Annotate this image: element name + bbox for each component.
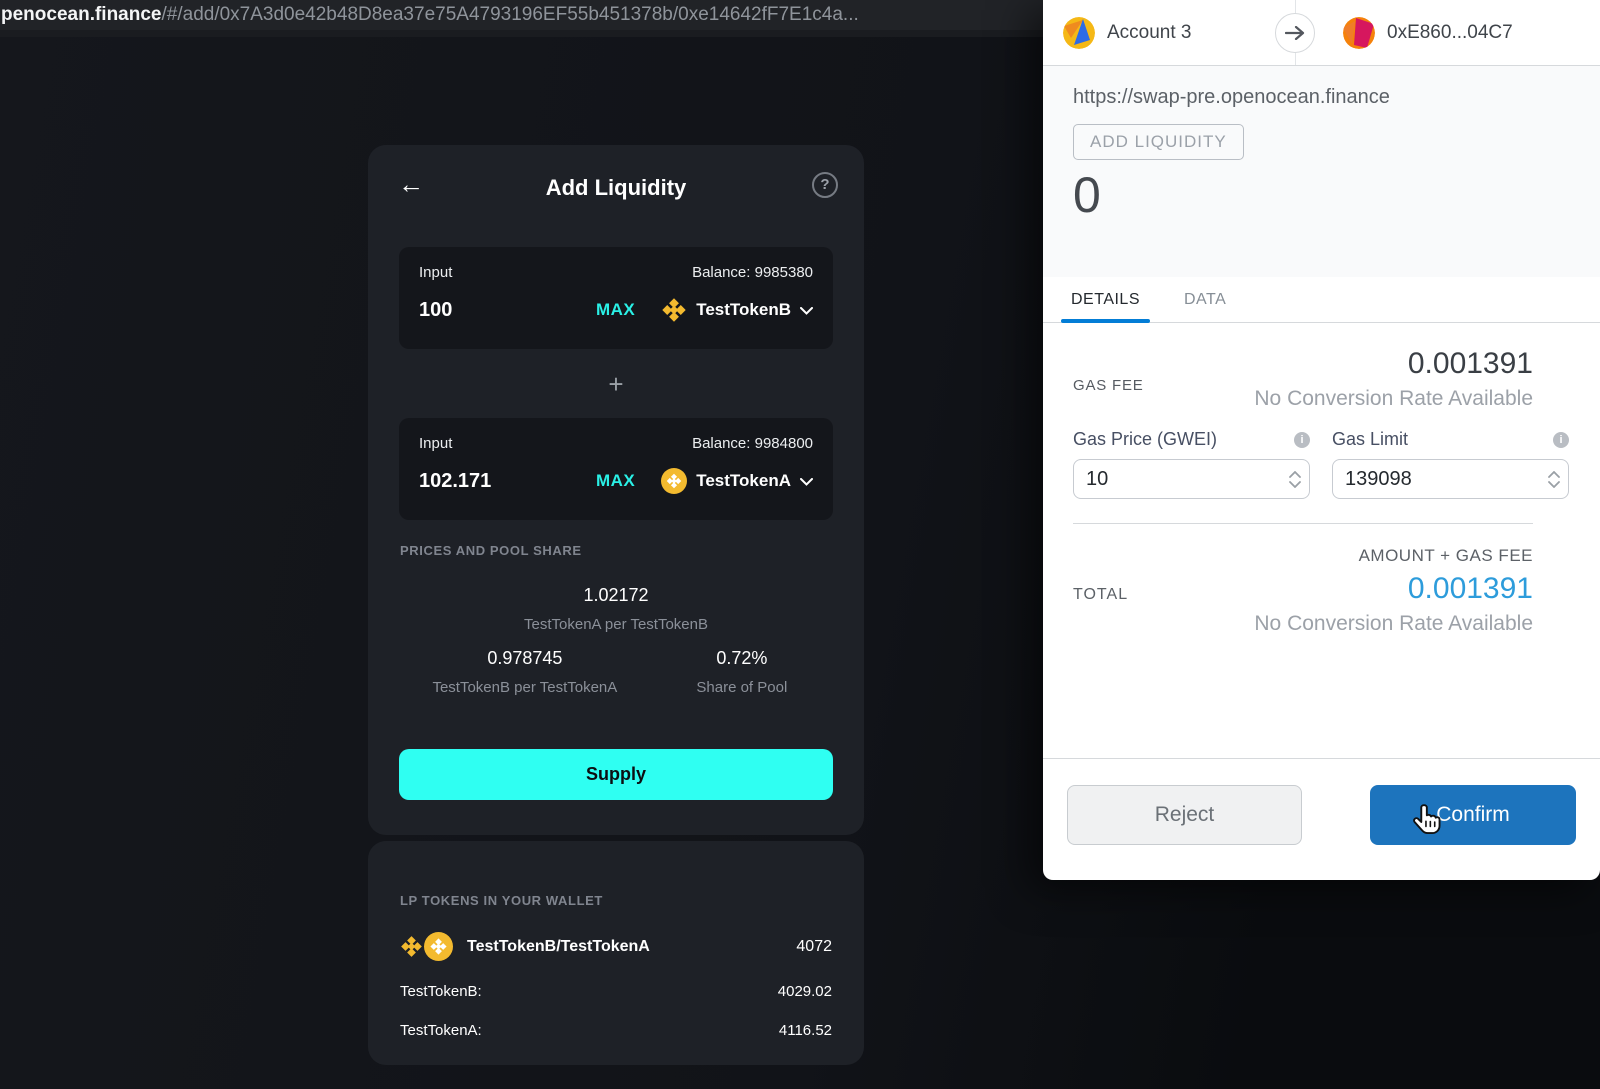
to-account-address: 0xE860...04C7 [1387,21,1513,43]
dapp-origin-url: https://swap-pre.openocean.finance [1073,86,1390,108]
pool-share-value: 0.72% [716,648,768,668]
tx-amount: 0 [1073,167,1101,223]
lp-wallet-heading: LP TOKENS IN YOUR WALLET [400,893,603,908]
total-values: 0.001391 No Conversion Rate Available [1128,572,1533,636]
info-icon[interactable]: i [1294,431,1310,448]
token-input-box-top: Input Balance: 9985380 MAX TestTokenB [399,247,833,349]
to-account-avatar [1343,16,1375,49]
lp-row-label: TestTokenB: [400,983,482,1000]
testtokenb-icon [661,297,687,323]
amount-input-bottom[interactable] [419,469,596,493]
confirm-button[interactable]: Confirm [1370,785,1576,845]
to-account: 0xE860...04C7 [1343,16,1513,49]
info-icon[interactable]: i [1553,431,1569,448]
gas-fee-label: GAS FEE [1073,377,1144,394]
testtokenb-icon [400,935,423,958]
pool-share-block: 0.72% Share of Pool [651,648,833,696]
input-label: Input [419,264,453,281]
lp-pair-name: TestTokenB/TestTokenA [467,937,650,955]
gas-fee-value: 0.001391 [1407,347,1533,380]
price-main-value: 1.02172 [583,585,649,605]
price-secondary-block: 0.978745 TestTokenB per TestTokenA [399,648,651,696]
popup-tabs: DETAILS DATA [1043,277,1600,323]
from-account-avatar [1063,16,1095,49]
pool-share-label: Share of Pool [696,679,788,696]
total-value: 0.001391 [1407,572,1533,605]
url-domain: penocean.finance [1,4,162,25]
balance-label: Balance: 9984800 [692,435,813,452]
gas-fee-values: 0.001391 No Conversion Rate Available [1144,347,1533,411]
gas-fee-row: GAS FEE 0.001391 No Conversion Rate Avai… [1073,347,1533,411]
gas-fields-row: Gas Price (GWEI) i Gas Limit i [1073,429,1569,499]
from-account: Account 3 [1063,16,1192,49]
lp-tokens-card: LP TOKENS IN YOUR WALLET TestTokenB/Test… [368,841,864,1065]
popup-footer: Reject Confirm [1043,758,1600,880]
token-input-box-bottom: Input Balance: 9984800 MAX TestTokenA [399,418,833,520]
gas-limit-label: Gas Limit [1332,429,1409,449]
price-secondary-label: TestTokenB per TestTokenA [432,679,618,696]
price-main-block: 1.02172 TestTokenA per TestTokenB [368,585,864,633]
total-row: TOTAL 0.001391 No Conversion Rate Availa… [1073,572,1533,636]
spinner-down-icon[interactable] [1289,480,1301,488]
lp-row-value: 4116.52 [778,1022,832,1039]
amount-input-top[interactable] [419,298,596,322]
tab-data[interactable]: DATA [1184,277,1226,322]
total-conversion-note: No Conversion Rate Available [1254,612,1533,635]
gas-limit-spinner [1548,470,1560,488]
screen: penocean.finance/#/add/0x7A3d0e42b48D8ea… [0,0,1600,1089]
spinner-up-icon[interactable] [1289,470,1301,478]
token-name-bottom: TestTokenA [696,471,791,490]
max-button-bottom[interactable]: MAX [596,471,635,491]
reject-button[interactable]: Reject [1067,785,1302,845]
supply-button[interactable]: Supply [399,749,833,800]
wallet-confirm-popup: Account 3 0xE860...04C7 https://swap-pre… [1043,0,1600,880]
spinner-down-icon[interactable] [1548,480,1560,488]
gas-price-label: Gas Price (GWEI) [1073,429,1218,449]
gas-limit-input[interactable] [1345,467,1548,491]
lp-row-label: TestTokenA: [400,1022,482,1039]
lp-token-row: TestTokenA: 4116.52 [400,1022,832,1039]
testtokena-icon [424,932,453,961]
testtokena-icon [661,468,688,494]
popup-details-content: GAS FEE 0.001391 No Conversion Rate Avai… [1043,347,1600,636]
input-label: Input [419,435,453,452]
chevron-down-icon [800,474,813,489]
chevron-down-icon [800,303,813,318]
token-selector-bottom[interactable]: TestTokenA [661,468,813,494]
gas-fee-conversion-note: No Conversion Rate Available [1254,387,1533,410]
popup-origin-section: https://swap-pre.openocean.finance ADD L… [1043,66,1600,277]
lp-row-value: 4029.02 [777,983,832,1000]
plus-icon: + [608,369,624,399]
spinner-up-icon[interactable] [1548,470,1560,478]
lp-pair-row: TestTokenB/TestTokenA 4072 [400,932,832,961]
from-account-name: Account 3 [1107,21,1192,43]
add-liquidity-card: ← Add Liquidity ? Input Balance: 9985380… [368,145,864,835]
help-icon[interactable]: ? [812,172,838,198]
arrow-right-icon [1275,13,1315,53]
gas-price-field: Gas Price (GWEI) i [1073,429,1310,499]
section-divider [1073,523,1533,524]
gas-limit-field: Gas Limit i [1332,429,1569,499]
page-title: Add Liquidity [545,175,687,200]
total-label: TOTAL [1073,586,1129,603]
tab-details[interactable]: DETAILS [1061,277,1150,323]
url-path: /#/add/0x7A3d0e42b48D8ea37e75A4793196EF5… [161,4,859,25]
price-secondary-value: 0.978745 [487,648,563,668]
lp-pair-amount: 4072 [796,937,832,955]
token-selector-top[interactable]: TestTokenB [661,297,813,323]
price-columns: 0.978745 TestTokenB per TestTokenA 0.72%… [399,648,833,696]
max-button-top[interactable]: MAX [596,300,635,320]
price-main-label: TestTokenA per TestTokenB [524,616,708,633]
method-badge: ADD LIQUIDITY [1073,124,1244,160]
prices-pool-share-heading: PRICES AND POOL SHARE [400,543,582,558]
gas-price-input[interactable] [1086,467,1289,491]
balance-label: Balance: 9985380 [692,264,813,281]
amount-gas-fee-caption: AMOUNT + GAS FEE [1358,546,1533,565]
gas-price-spinner [1289,470,1301,488]
lp-pair-icons [400,932,453,961]
popup-accounts-header: Account 3 0xE860...04C7 [1043,0,1600,66]
lp-token-row: TestTokenB: 4029.02 [400,983,832,1000]
token-name-top: TestTokenB [696,300,791,319]
add-liquidity-header: ← Add Liquidity ? [368,145,864,225]
